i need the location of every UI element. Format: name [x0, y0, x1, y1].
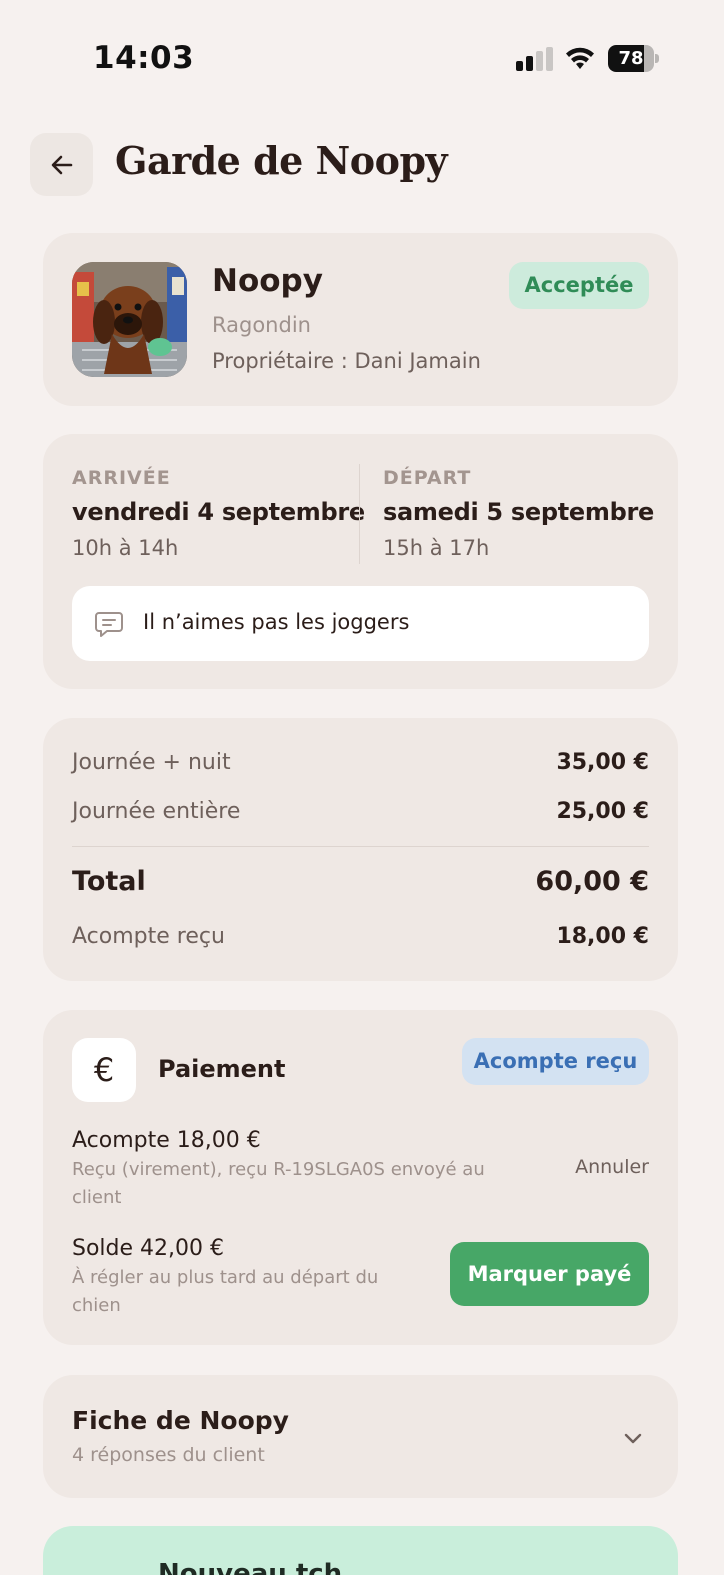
departure-hours: 15h à 17h	[383, 536, 490, 560]
battery-level: 78	[618, 48, 644, 69]
page-title: Garde de Noopy	[115, 138, 448, 183]
deposit-value: 18,00 €	[556, 924, 649, 949]
note-text: Il n’aimes pas les joggers	[143, 610, 410, 634]
client-note: Il n’aimes pas les joggers	[72, 586, 649, 661]
arrival-day: vendredi 4 septembre	[72, 498, 365, 526]
price-line-label: Journée entière	[72, 799, 241, 824]
deposit-label: Acompte reçu	[72, 924, 225, 949]
payment-title: Paiement	[158, 1055, 286, 1083]
payment-status-badge: Acompte reçu	[462, 1038, 649, 1085]
stay-dates-card: ARRIVÉE vendredi 4 septembre 10h à 14h D…	[43, 434, 678, 689]
cellular-signal-icon	[516, 47, 553, 71]
pet-breed: Ragondin	[212, 313, 311, 337]
total-value: 60,00 €	[535, 866, 649, 897]
date-divider	[359, 464, 360, 564]
deposit-subtitle: Reçu (virement), reçu R-19SLGA0S envoyé …	[72, 1159, 485, 1208]
payment-card: € Paiement Acompte reçu Acompte 18,00 € …	[43, 1010, 678, 1345]
pet-profile-subtitle: 4 réponses du client	[72, 1444, 265, 1466]
status-time: 14:03	[93, 40, 195, 76]
chat-bubble-icon	[95, 612, 123, 637]
bottom-card-title: Nouveau tch...	[158, 1559, 372, 1575]
price-line-label: Journée + nuit	[72, 750, 231, 775]
departure-label: DÉPART	[383, 467, 472, 489]
deposit-title: Acompte 18,00 €	[72, 1128, 261, 1153]
price-divider	[72, 846, 649, 847]
arrival-hours: 10h à 14h	[72, 536, 179, 560]
battery-cap	[655, 54, 659, 63]
status-bar: 14:03 78	[0, 0, 724, 110]
status-badge: Acceptée	[509, 262, 649, 309]
pet-card: Noopy Ragondin Propriétaire : Dani Jamai…	[43, 233, 678, 406]
price-line-value: 25,00 €	[556, 799, 649, 824]
pet-photo	[72, 262, 187, 377]
pet-profile-card[interactable]: Fiche de Noopy 4 réponses du client	[43, 1375, 678, 1498]
arrow-left-icon	[51, 155, 72, 174]
wifi-icon	[566, 47, 594, 69]
pricing-card: Journée + nuit 35,00 € Journée entière 2…	[43, 718, 678, 981]
total-label: Total	[72, 866, 146, 897]
balance-title: Solde 42,00 €	[72, 1236, 225, 1261]
battery-icon: 78	[608, 45, 660, 72]
pet-owner: Propriétaire : Dani Jamain	[212, 349, 481, 373]
dog-photo-image	[72, 262, 187, 377]
screen: 14:03 78 Garde de Noopy Noopy Ragondin P…	[0, 0, 724, 1575]
arrival-label: ARRIVÉE	[72, 467, 171, 489]
pet-profile-title: Fiche de Noopy	[72, 1406, 289, 1435]
balance-subtitle: À régler au plus tard au départ du chien	[72, 1267, 379, 1316]
departure-day: samedi 5 septembre	[383, 498, 654, 526]
chevron-down-icon[interactable]	[621, 1426, 645, 1450]
pet-name: Noopy	[212, 263, 323, 299]
price-line-value: 35,00 €	[556, 750, 649, 775]
bottom-action-card[interactable]: Nouveau tch...	[43, 1526, 678, 1575]
mark-paid-button[interactable]: Marquer payé	[450, 1242, 649, 1306]
back-button[interactable]	[30, 133, 93, 196]
euro-icon: €	[72, 1038, 136, 1102]
cancel-deposit-button[interactable]: Annuler	[575, 1156, 649, 1178]
